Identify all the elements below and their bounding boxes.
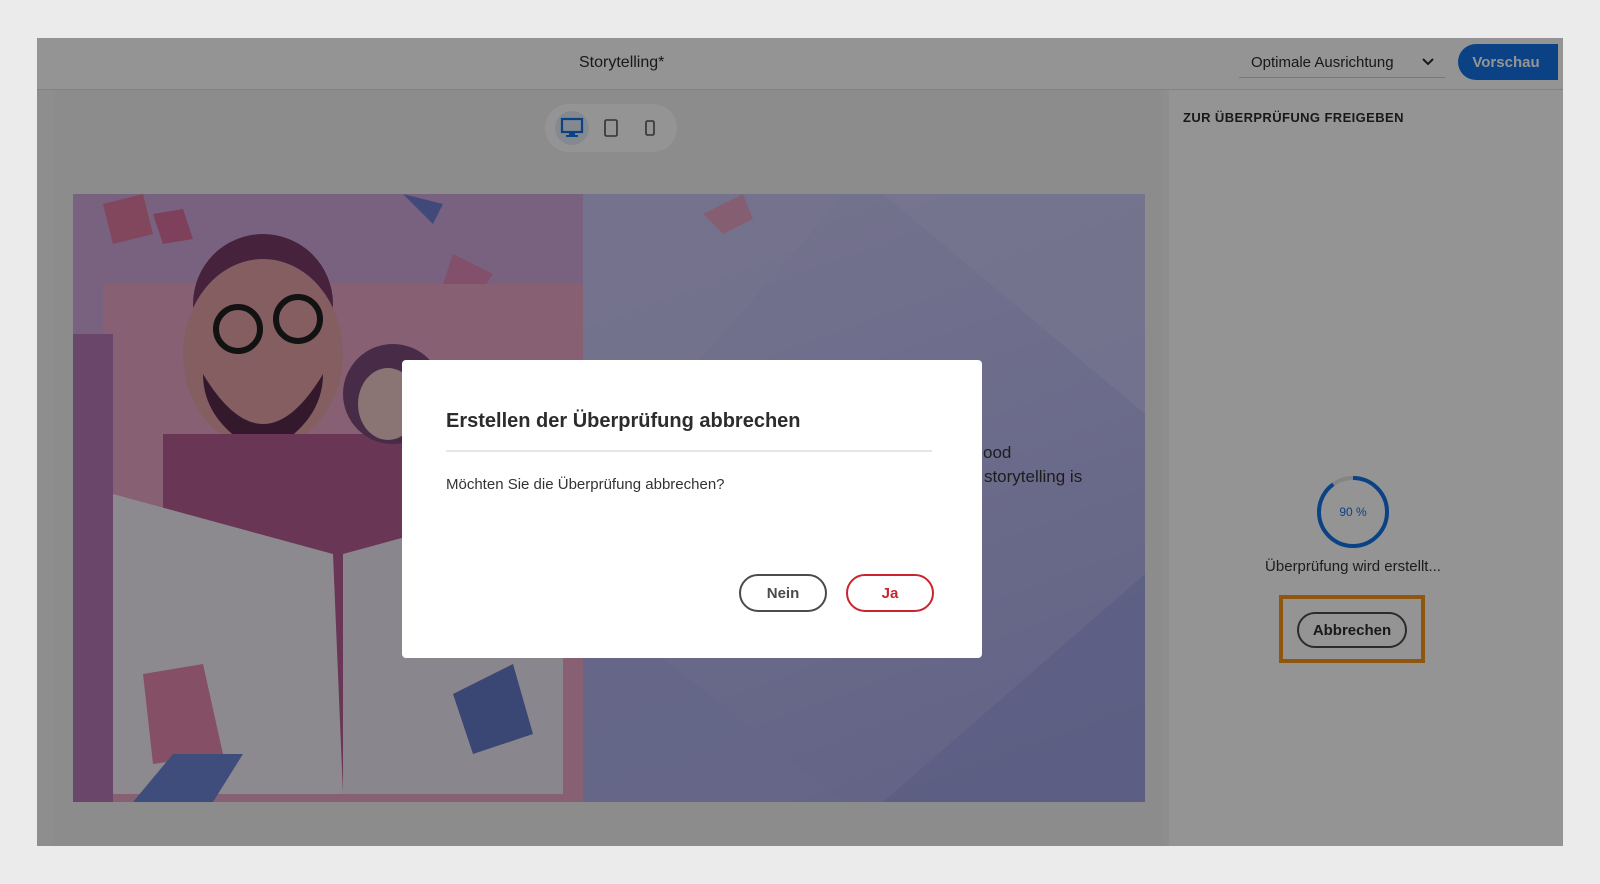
app-window: Storytelling* Optimale Ausrichtung Vorsc… xyxy=(37,38,1563,846)
dialog-message: Möchten Sie die Überprüfung abbrechen? xyxy=(446,476,725,493)
dialog-title: Erstellen der Überprüfung abbrechen xyxy=(446,410,801,432)
dialog-divider xyxy=(446,450,932,452)
confirm-dialog: Erstellen der Überprüfung abbrechen Möch… xyxy=(402,360,982,658)
yes-button[interactable]: Ja xyxy=(846,574,934,612)
no-button[interactable]: Nein xyxy=(739,574,827,612)
